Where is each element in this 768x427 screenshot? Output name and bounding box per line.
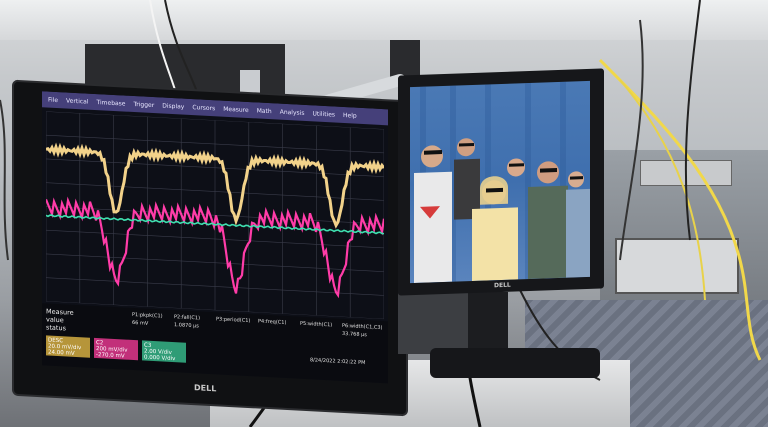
scope-menu-file[interactable]: File: [48, 96, 58, 104]
waveform-display: [46, 111, 384, 320]
param-value: 1.0870 µs: [174, 322, 199, 330]
scope-menu-timebase[interactable]: Timebase: [97, 99, 126, 108]
dell-logo: DELL: [194, 383, 217, 394]
speaker-box: [398, 292, 468, 354]
scope-menu-help[interactable]: Help: [343, 111, 357, 119]
scope-menu-trigger[interactable]: Trigger: [134, 100, 155, 108]
param-label: P4:freq(C1): [258, 318, 287, 327]
group-photo: [410, 80, 590, 284]
param-label: P5:width(C1): [300, 320, 333, 329]
chip-line2: 24.00 mV: [48, 349, 75, 357]
channel-chip-c3[interactable]: C3 2.00 V/div 0.000 V/div: [142, 340, 186, 363]
photo-monitor: DELL: [398, 68, 604, 296]
chip-line2: 0.000 V/div: [144, 354, 176, 363]
param-value: 33.768 µs: [342, 330, 367, 339]
oscilloscope-screen: File Vertical Timebase Trigger Display Cursor…: [42, 91, 388, 384]
scope-menu-measure[interactable]: Measure: [223, 105, 249, 113]
scope-menu-display[interactable]: Display: [162, 102, 184, 110]
param-label: P1:pkpk(C1): [132, 311, 163, 320]
param-label: P2:fall(C1): [174, 314, 201, 322]
scope-menu-utilities[interactable]: Utilities: [312, 110, 335, 118]
dell-logo-right: DELL: [494, 281, 511, 290]
scope-menu-analysis[interactable]: Analysis: [280, 108, 305, 116]
status-label: status: [46, 323, 66, 333]
param-label: P3:period(C1): [216, 316, 251, 325]
param-value: 66 mV: [132, 319, 149, 327]
param-label: P6:width(C1,C3): [342, 322, 383, 332]
timestamp: 8/24/2022 2:02:22 PM: [310, 357, 366, 367]
group-photo-people: [414, 81, 590, 284]
monitor-stand-base: [430, 348, 600, 378]
channel-chip-c2[interactable]: C2 200 mV/div -270.0 mV: [94, 337, 138, 361]
channel-chip-desc[interactable]: DESC 20.0 mV/div 24.00 mV: [46, 335, 90, 358]
scope-menu-math[interactable]: Math: [257, 107, 272, 115]
scope-menu-cursors[interactable]: Cursors: [192, 104, 215, 112]
scope-menu-vertical[interactable]: Vertical: [66, 97, 88, 105]
chip-line2: -270.0 mV: [96, 352, 125, 360]
oscilloscope-monitor: File Vertical Timebase Trigger Display Cursor…: [14, 81, 406, 415]
